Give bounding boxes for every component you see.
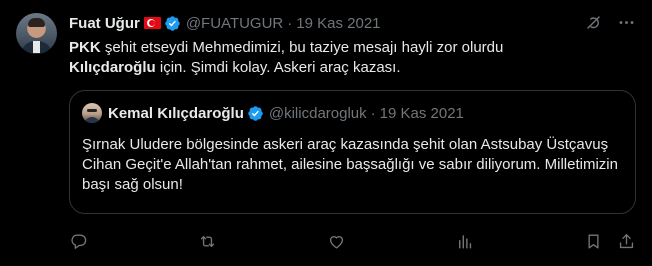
quoted-header-separator: · (370, 104, 376, 122)
tweet-text: PKK şehit etseydi Mehmedimizi, bu taziye… (69, 38, 636, 78)
tweet-actions (69, 232, 636, 251)
verified-badge-icon (165, 15, 180, 31)
retweet-icon[interactable] (198, 232, 217, 251)
quoted-tweet-text: Şırnak Uludere bölgesinde askeri araç ka… (82, 136, 618, 193)
tweet-text-bold-2[interactable]: Kılıçdaroğlu (69, 59, 156, 76)
share-icon[interactable] (617, 232, 636, 251)
bookmark-icon[interactable] (584, 232, 603, 251)
author-name[interactable]: Fuat Uğur (69, 15, 140, 32)
quoted-author-avatar (82, 103, 102, 123)
like-icon[interactable] (327, 232, 346, 251)
views-icon[interactable] (455, 232, 474, 251)
quoted-tweet-date: 19 Kas 2021 (379, 104, 464, 122)
top-actions (584, 13, 636, 32)
tweet-text-part-2: şehit etseydi Mehmedimizi, bu taziye mes… (100, 39, 504, 56)
more-icon[interactable] (617, 13, 636, 32)
tweet-header: Fuat Uğur @FUATUGUR · 19 Kas 2021 (69, 12, 636, 34)
reply-icon[interactable] (69, 232, 88, 251)
tweet[interactable]: Fuat Uğur @FUATUGUR · 19 Kas 2021 PKK şe… (0, 0, 652, 266)
header-separator: · (287, 14, 293, 32)
quoted-author-handle: @kilicdarogluk (268, 104, 367, 122)
turkey-flag-icon (143, 17, 161, 29)
verified-badge-icon (248, 105, 263, 121)
quoted-author-name: Kemal Kılıçdaroğlu (108, 104, 244, 122)
grok-icon[interactable] (584, 13, 603, 32)
author-avatar[interactable] (16, 13, 57, 54)
tweet-text-part-4: için. Şimdi kolay. Askeri araç kazası. (155, 59, 401, 76)
tweet-content: Fuat Uğur @FUATUGUR · 19 Kas 2021 PKK şe… (69, 12, 636, 214)
right-actions (584, 232, 636, 251)
tweet-date[interactable]: 19 Kas 2021 (296, 15, 380, 32)
tweet-text-bold-1[interactable]: PKK (69, 39, 101, 56)
author-handle[interactable]: @FUATUGUR (186, 15, 283, 32)
quoted-tweet-header: Kemal Kılıçdaroğlu @kilicdarogluk · 19 K… (82, 103, 623, 123)
quoted-tweet[interactable]: Kemal Kılıçdaroğlu @kilicdarogluk · 19 K… (69, 90, 636, 214)
